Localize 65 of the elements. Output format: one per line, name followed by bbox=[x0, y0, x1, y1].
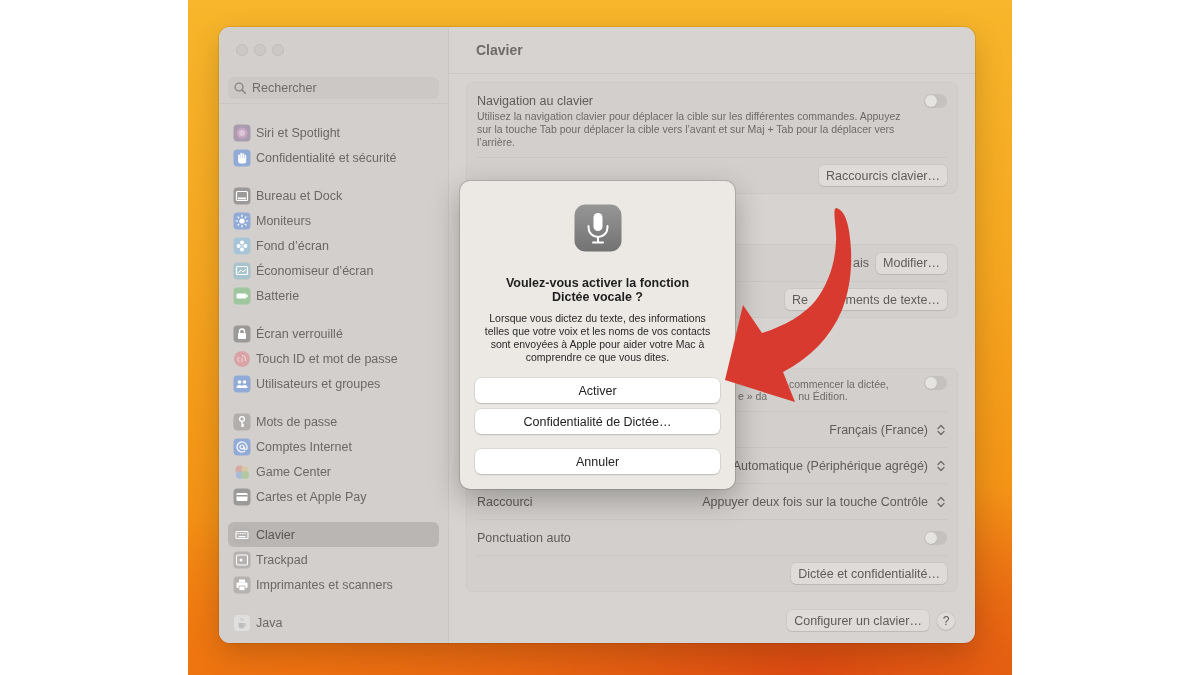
cancel-button[interactable]: Annuler bbox=[475, 449, 720, 474]
setting-label: Navigation au clavier bbox=[477, 94, 594, 108]
setting-label: Ponctuation auto bbox=[477, 530, 571, 545]
shortcuts-button[interactable]: Raccourcis clavier… bbox=[819, 165, 947, 186]
privacy-button[interactable]: Confidentialité de Dictée… bbox=[475, 409, 720, 434]
setting-description: nu Édition. bbox=[798, 390, 848, 402]
sidebar-item[interactable]: Siri et Spotlight bbox=[228, 120, 439, 145]
sidebar-item[interactable]: Utilisateurs et groupes bbox=[228, 371, 439, 396]
sidebar-item[interactable]: Cartes et Apple Pay bbox=[228, 484, 439, 509]
battery-icon bbox=[233, 286, 251, 305]
setting-description: Utilisez la navigation clavier pour déplacer la cible sur les différentes commandes. Appuyez sur la touche Tab pour déplacer la cible vers l’avant et sur Maj + Tab pour la déplacer vers l’arrière. bbox=[477, 110, 902, 149]
users-icon bbox=[233, 374, 251, 393]
sidebar-item[interactable]: Confidentialité et sécurité bbox=[228, 145, 439, 170]
toggle-switch[interactable] bbox=[924, 376, 947, 390]
activate-button[interactable]: Activer bbox=[475, 378, 720, 403]
search-icon bbox=[234, 82, 246, 94]
sidebar-item[interactable]: Écran verrouillé bbox=[228, 321, 439, 346]
sidebar-item[interactable]: Trackpad bbox=[228, 547, 439, 572]
orb-icon bbox=[233, 123, 251, 142]
toggle-switch[interactable] bbox=[924, 530, 947, 545]
dock-icon bbox=[233, 186, 251, 205]
coffee-cup-icon bbox=[233, 613, 251, 632]
updown-chevron-icon bbox=[937, 459, 945, 472]
at-sign-icon bbox=[233, 437, 251, 456]
hand-icon bbox=[233, 148, 251, 167]
dialog-title: Voulez-vous activer la fonction Dictée vocale ? bbox=[504, 276, 691, 304]
sidebar-item[interactable]: Mots de passe bbox=[228, 409, 439, 434]
help-button[interactable]: ? bbox=[937, 611, 955, 630]
sidebar-item[interactable]: Comptes Internet bbox=[228, 434, 439, 459]
sidebar-item[interactable]: Clavier bbox=[228, 522, 439, 547]
privacy-button[interactable]: Dictée et confidentialité… bbox=[791, 563, 947, 584]
dropdown-button[interactable]: Automatique (Périphérique agrégé) bbox=[732, 458, 947, 473]
microphone-icon bbox=[573, 204, 622, 252]
lock-icon bbox=[233, 324, 251, 343]
edit-button[interactable]: Modifier… bbox=[876, 252, 947, 274]
setup-keyboard-button[interactable]: Configurer un clavier… bbox=[787, 610, 929, 631]
updown-chevron-icon bbox=[937, 423, 945, 436]
sidebar-item[interactable]: Imprimantes et scanners bbox=[228, 572, 439, 597]
dropdown-button[interactable]: Appuyer deux fois sur la touche Contrôle bbox=[702, 494, 947, 509]
flower-icon bbox=[233, 236, 251, 255]
setting-value: ais bbox=[853, 256, 870, 270]
toggle-switch[interactable] bbox=[924, 94, 947, 108]
setting-description: e » da bbox=[738, 390, 768, 402]
sun-icon bbox=[233, 211, 251, 230]
wallet-icon bbox=[233, 487, 251, 506]
dropdown-button[interactable]: Français (France) bbox=[829, 422, 947, 437]
fingerprint-icon bbox=[233, 349, 251, 368]
sidebar-item[interactable]: Batterie bbox=[228, 283, 439, 308]
window-title: Clavier bbox=[476, 42, 523, 58]
sidebar-item[interactable]: Moniteurs bbox=[228, 208, 439, 233]
search-field[interactable]: Rechercher bbox=[228, 77, 439, 99]
sidebar-item[interactable]: Économiseur d’écran bbox=[228, 258, 439, 283]
sidebar-item[interactable]: Bureau et Dock bbox=[228, 183, 439, 208]
sidebar-item[interactable]: Game Center bbox=[228, 459, 439, 484]
setting-label: Raccourci bbox=[477, 494, 533, 509]
printer-icon bbox=[233, 575, 251, 594]
screen-icon bbox=[233, 261, 251, 280]
setting-description: commencer la dictée, bbox=[789, 378, 889, 390]
updown-chevron-icon bbox=[937, 495, 945, 508]
key-icon bbox=[233, 412, 251, 431]
trackpad-icon bbox=[233, 550, 251, 569]
sidebar-item[interactable]: Java bbox=[228, 610, 439, 635]
sidebar-item[interactable]: Touch ID et mot de passe bbox=[228, 346, 439, 371]
dialog-message: Lorsque vous dictez du texte, des informations telles que votre voix et les noms de vos contacts sont envoyées à Apple pour aider votre Mac à comprendre ce que vous dites. bbox=[483, 312, 712, 364]
sidebar-item[interactable]: Fond d’écran bbox=[228, 233, 439, 258]
